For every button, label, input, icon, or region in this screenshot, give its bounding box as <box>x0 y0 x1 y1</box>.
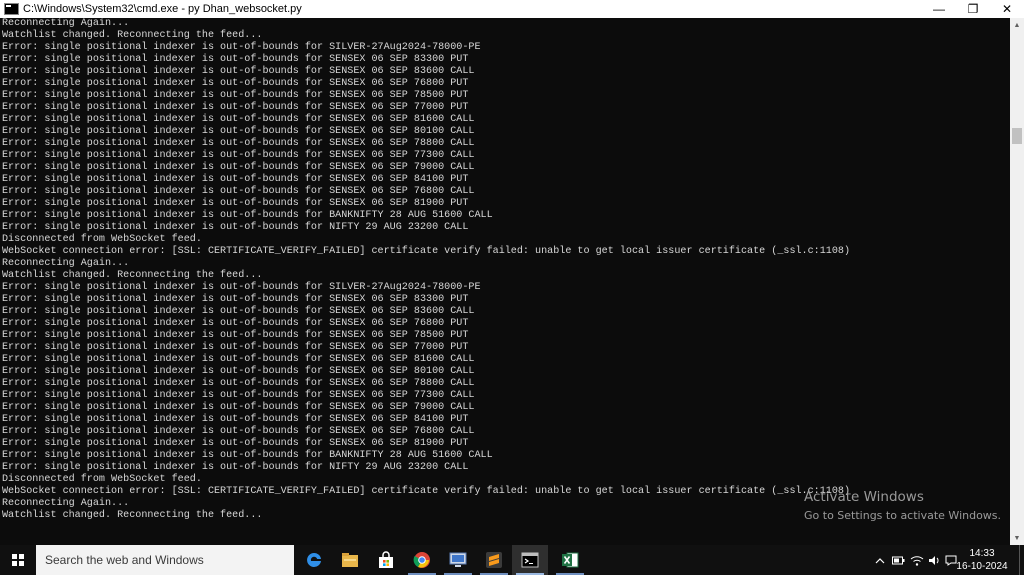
minimize-button[interactable]: — <box>922 0 956 18</box>
clock-time: 14:33 <box>969 548 995 559</box>
taskbar-edge[interactable] <box>296 545 332 575</box>
chrome-icon <box>413 552 430 568</box>
excel-icon <box>562 552 579 568</box>
console-line: Error: single positional indexer is out-… <box>2 78 469 89</box>
console-line: Error: single positional indexer is out-… <box>2 450 493 461</box>
edge-icon <box>307 552 321 567</box>
power-battery-icon[interactable] <box>890 545 906 575</box>
watermark-subtitle: Go to Settings to activate Windows. <box>804 509 1002 522</box>
console-line: Error: single positional indexer is out-… <box>2 402 475 413</box>
console-line: Watchlist changed. Reconnecting the feed… <box>2 510 263 521</box>
console-line: Error: single positional indexer is out-… <box>2 414 469 425</box>
console-line: Watchlist changed. Reconnecting the feed… <box>2 270 263 281</box>
command-prompt-icon <box>521 552 539 568</box>
window-title-bar[interactable]: C:\Windows\System32\cmd.exe - py Dhan_we… <box>0 0 1024 18</box>
scroll-up-arrow-icon[interactable]: ▲ <box>1010 18 1024 32</box>
console-line: Disconnected from WebSocket feed. <box>2 474 202 485</box>
scroll-thumb[interactable] <box>1012 128 1022 144</box>
console-line: Reconnecting Again... <box>2 498 130 509</box>
console-line: Error: single positional indexer is out-… <box>2 366 475 377</box>
show-desktop-button[interactable] <box>1019 545 1024 575</box>
console-line: Watchlist changed. Reconnecting the feed… <box>2 30 263 41</box>
remote-desktop-icon <box>449 552 467 567</box>
close-button[interactable]: ✕ <box>990 0 1024 18</box>
console-line: Error: single positional indexer is out-… <box>2 462 469 473</box>
console-line: Error: single positional indexer is out-… <box>2 66 475 77</box>
console-line: Error: single positional indexer is out-… <box>2 174 469 185</box>
console-line: Error: single positional indexer is out-… <box>2 42 481 53</box>
taskbar-excel[interactable] <box>552 545 588 575</box>
windows-logo-icon <box>12 554 24 566</box>
show-hidden-icons-chevron-up-icon[interactable] <box>872 545 888 575</box>
console-line: Error: single positional indexer is out-… <box>2 198 469 209</box>
volume-speaker-icon[interactable] <box>926 545 944 575</box>
console-line: Error: single positional indexer is out-… <box>2 390 475 401</box>
console-line: Error: single positional indexer is out-… <box>2 426 475 437</box>
activate-windows-watermark: Activate Windows Go to Settings to activ… <box>804 488 1001 524</box>
window-controls: — ❐ ✕ <box>922 0 1024 18</box>
taskbar-store[interactable] <box>368 545 404 575</box>
console-line: Error: single positional indexer is out-… <box>2 54 469 65</box>
taskbar: Search the web and Windows 14:33 16-10-2… <box>0 545 1024 575</box>
console-line: Error: single positional indexer is out-… <box>2 90 469 101</box>
console-line: Reconnecting Again... <box>2 258 130 269</box>
console-text: Reconnecting Again... Watchlist changed.… <box>0 18 1010 522</box>
console-line: Error: single positional indexer is out-… <box>2 378 475 389</box>
console-line: WebSocket connection error: [SSL: CERTIF… <box>2 486 851 497</box>
taskbar-chrome[interactable] <box>404 545 440 575</box>
file-explorer-icon <box>342 553 358 567</box>
console-line: Error: single positional indexer is out-… <box>2 306 475 317</box>
console-line: Error: single positional indexer is out-… <box>2 222 469 233</box>
taskbar-file-explorer[interactable] <box>332 545 368 575</box>
search-placeholder: Search the web and Windows <box>45 553 204 567</box>
wifi-network-icon[interactable] <box>908 545 926 575</box>
console-line: Error: single positional indexer is out-… <box>2 342 469 353</box>
console-line: Reconnecting Again... <box>2 18 130 29</box>
console-line: Error: single positional indexer is out-… <box>2 318 469 329</box>
console-line: Error: single positional indexer is out-… <box>2 162 475 173</box>
maximize-button[interactable]: ❐ <box>956 0 990 18</box>
taskbar-remote-desktop[interactable] <box>440 545 476 575</box>
taskbar-clock[interactable]: 14:33 16-10-2024 <box>952 547 1012 573</box>
taskbar-command-prompt[interactable] <box>512 545 548 575</box>
console-line: Error: single positional indexer is out-… <box>2 114 475 125</box>
console-line: Error: single positional indexer is out-… <box>2 330 469 341</box>
store-icon <box>379 551 393 568</box>
console-line: Error: single positional indexer is out-… <box>2 102 469 113</box>
console-line: Error: single positional indexer is out-… <box>2 138 475 149</box>
console-line: Error: single positional indexer is out-… <box>2 282 481 293</box>
console-output[interactable]: Reconnecting Again... Watchlist changed.… <box>0 18 1010 545</box>
console-line: Disconnected from WebSocket feed. <box>2 234 202 245</box>
vertical-scrollbar[interactable]: ▲ ▼ <box>1010 18 1024 545</box>
start-button[interactable] <box>0 545 36 575</box>
console-line: Error: single positional indexer is out-… <box>2 354 475 365</box>
watermark-title: Activate Windows <box>804 489 924 505</box>
console-line: Error: single positional indexer is out-… <box>2 294 469 305</box>
console-line: Error: single positional indexer is out-… <box>2 186 475 197</box>
console-line: Error: single positional indexer is out-… <box>2 210 493 221</box>
console-line: Error: single positional indexer is out-… <box>2 438 469 449</box>
console-line: WebSocket connection error: [SSL: CERTIF… <box>2 246 851 257</box>
taskbar-sublime-text[interactable] <box>476 545 512 575</box>
console-line: Error: single positional indexer is out-… <box>2 150 475 161</box>
window-title: C:\Windows\System32\cmd.exe - py Dhan_we… <box>23 3 302 15</box>
cmd-app-icon[interactable] <box>4 3 19 15</box>
console-line: Error: single positional indexer is out-… <box>2 126 475 137</box>
sublime-text-icon <box>486 552 502 568</box>
clock-date: 16-10-2024 <box>956 561 1008 572</box>
taskbar-search-box[interactable]: Search the web and Windows <box>36 545 294 575</box>
scroll-down-arrow-icon[interactable]: ▼ <box>1010 531 1024 545</box>
